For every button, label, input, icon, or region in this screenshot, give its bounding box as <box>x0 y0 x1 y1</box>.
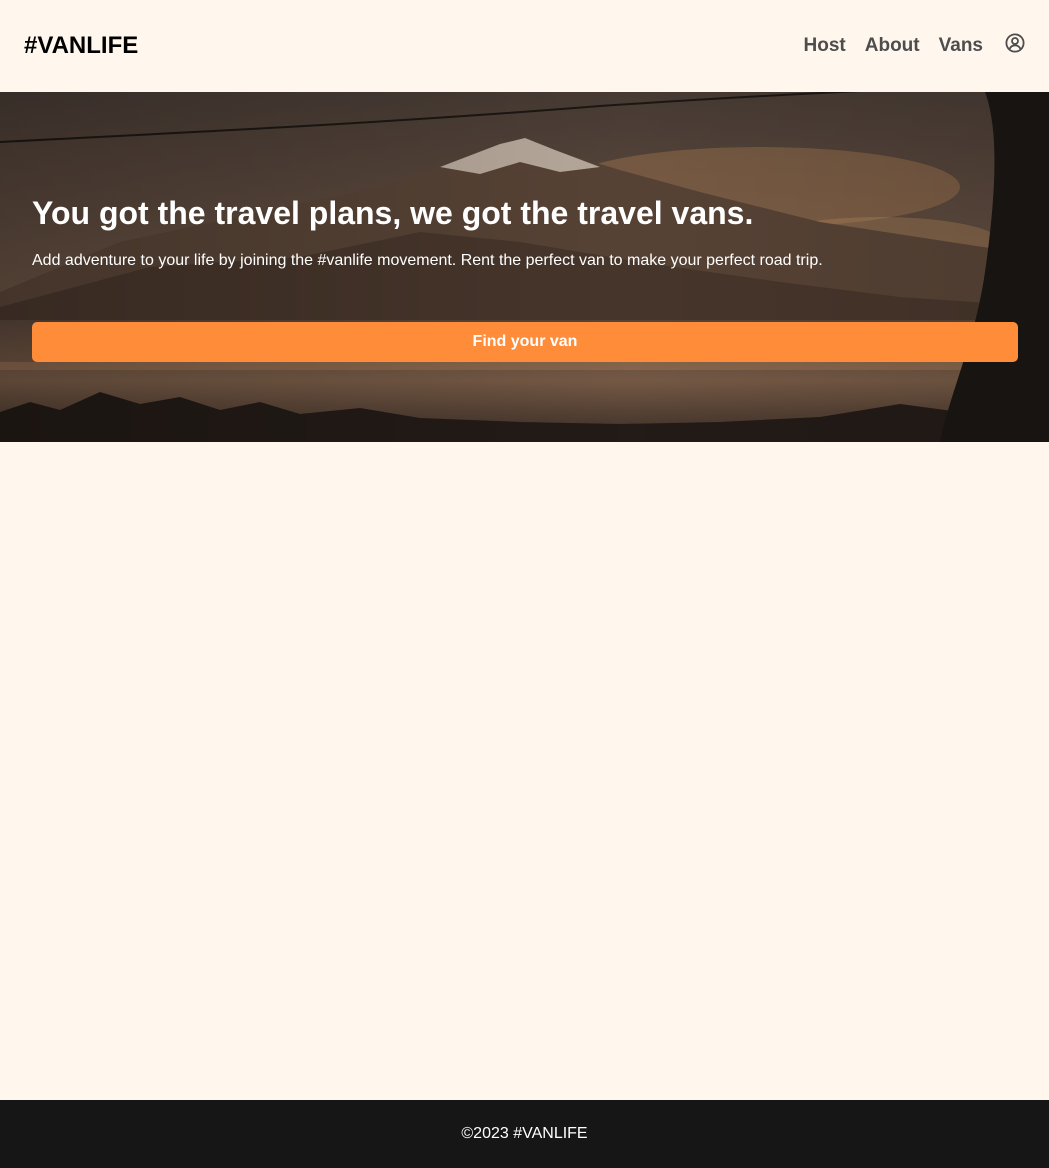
site-header: #VANLIFE Host About Vans <box>0 0 1049 92</box>
user-circle-icon[interactable] <box>1005 33 1025 53</box>
footer-copyright: ©2023 #VANLIFE <box>461 1125 588 1142</box>
site-footer: ©2023 #VANLIFE <box>0 1100 1049 1168</box>
find-your-van-button[interactable]: Find your van <box>32 322 1018 362</box>
nav-link-about[interactable]: About <box>865 35 920 57</box>
nav-link-vans[interactable]: Vans <box>939 35 983 57</box>
hero-section: You got the travel plans, we got the tra… <box>0 92 1049 442</box>
nav-link-host[interactable]: Host <box>804 35 846 57</box>
hero-title: You got the travel plans, we got the tra… <box>32 195 754 231</box>
site-logo[interactable]: #VANLIFE <box>24 32 138 60</box>
hero-subtitle: Add adventure to your life by joining th… <box>32 252 823 269</box>
main-nav: Host About Vans <box>785 33 1025 57</box>
